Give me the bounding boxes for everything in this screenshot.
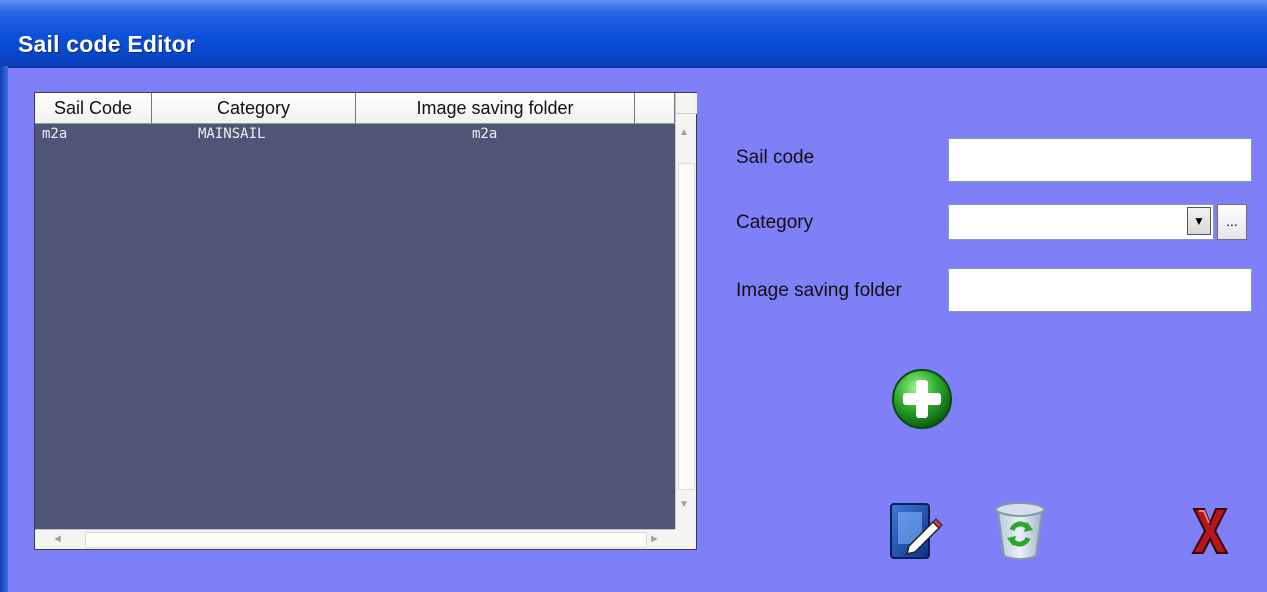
scrollbar-corner (675, 529, 696, 549)
vertical-scrollbar[interactable]: ▲ ▼ (675, 93, 697, 529)
category-browse-button[interactable]: ... (1217, 204, 1247, 240)
sail-code-input[interactable] (948, 138, 1252, 182)
horizontal-scroll-track[interactable] (85, 532, 647, 548)
delete-button[interactable] (990, 500, 1050, 562)
list-header: Sail Code Category Image saving folder (35, 93, 675, 124)
image-folder-input[interactable] (948, 268, 1252, 312)
image-folder-label: Image saving folder (736, 280, 902, 301)
recycle-bin-icon (995, 502, 1045, 560)
scroll-right-arrow-icon[interactable]: ► (649, 533, 660, 545)
column-header-image-folder[interactable]: Image saving folder (356, 93, 635, 123)
scrollbar-header-corner (676, 93, 697, 114)
plus-circle-icon (892, 369, 952, 429)
vertical-scroll-track[interactable] (678, 163, 695, 490)
category-label: Category (736, 212, 814, 233)
scroll-left-arrow-icon[interactable]: ◄ (52, 533, 63, 545)
sail-code-editor-window: Sail code Editor Sail Code Category Imag… (0, 0, 1267, 592)
sail-code-label: Sail code (736, 147, 815, 168)
window-frame-left (0, 66, 8, 592)
horizontal-scrollbar[interactable]: ◄ ► (35, 529, 675, 549)
red-x-icon (1191, 508, 1229, 554)
edit-pencil-icon (890, 503, 943, 559)
window-title: Sail code Editor (18, 31, 196, 57)
edit-button[interactable] (887, 500, 945, 562)
chevron-down-icon[interactable]: ▼ (1187, 207, 1211, 235)
add-button[interactable] (891, 368, 953, 430)
column-header-sail-code[interactable]: Sail Code (35, 93, 152, 123)
sail-code-list[interactable]: Sail Code Category Image saving folder m… (34, 92, 697, 550)
scroll-up-arrow-icon[interactable]: ▲ (679, 127, 689, 138)
cell-image-folder: m2a (472, 126, 498, 142)
title-bar[interactable]: Sail code Editor (0, 0, 1267, 68)
column-header-filler (635, 93, 675, 123)
cell-sail-code: m2a (42, 126, 68, 142)
close-button[interactable] (1190, 505, 1230, 557)
column-header-category[interactable]: Category (152, 93, 356, 123)
table-row[interactable]: m2a MAINSAIL m2a (35, 124, 675, 146)
cell-category: MAINSAIL (198, 126, 266, 142)
category-dropdown[interactable]: ▼ (948, 204, 1214, 240)
scroll-down-arrow-icon[interactable]: ▼ (679, 499, 689, 510)
